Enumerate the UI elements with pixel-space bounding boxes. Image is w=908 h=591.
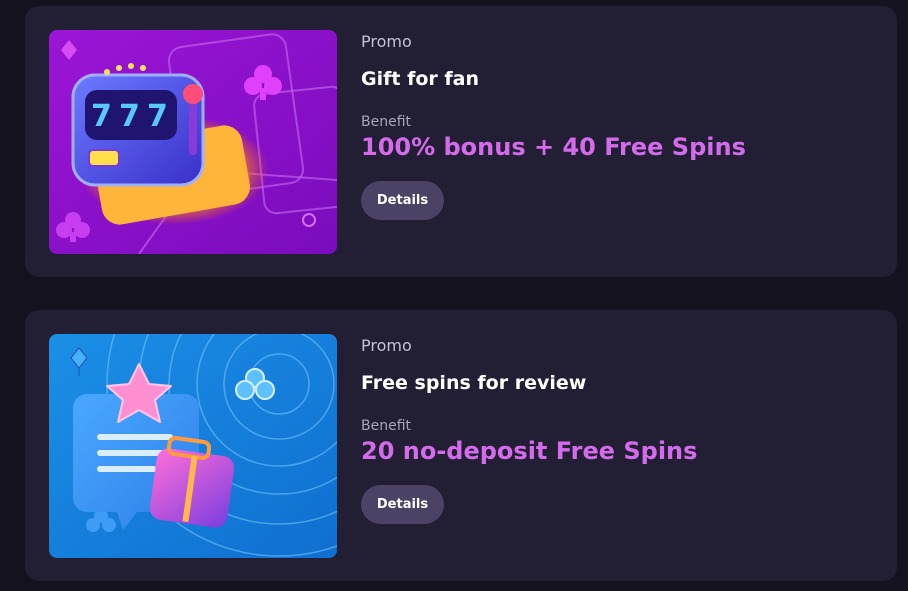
benefit-label: Benefit — [361, 418, 412, 434]
svg-text:7: 7 — [91, 99, 112, 134]
benefit-value: 20 no-deposit Free Spins — [361, 437, 698, 465]
promo-image-slot-machine: 777 — [49, 30, 337, 254]
svg-text:7: 7 — [147, 99, 168, 134]
slot-machine-icon: 777 — [49, 30, 337, 254]
details-button[interactable]: Details — [361, 485, 444, 524]
promo-card: 777 Promo Gift for fan Benefit 100% bonu… — [25, 6, 897, 277]
promo-category-label: Promo — [361, 336, 412, 355]
review-speech-bubble-icon — [49, 334, 337, 558]
promo-category-label: Promo — [361, 32, 412, 51]
details-button[interactable]: Details — [361, 181, 444, 220]
promo-title: Free spins for review — [361, 372, 587, 394]
benefit-label: Benefit — [361, 114, 412, 130]
svg-text:7: 7 — [119, 99, 140, 134]
benefit-value: 100% bonus + 40 Free Spins — [361, 133, 746, 161]
promo-card: Promo Free spins for review Benefit 20 n… — [25, 310, 897, 581]
promo-image-review — [49, 334, 337, 558]
promo-title: Gift for fan — [361, 68, 479, 90]
